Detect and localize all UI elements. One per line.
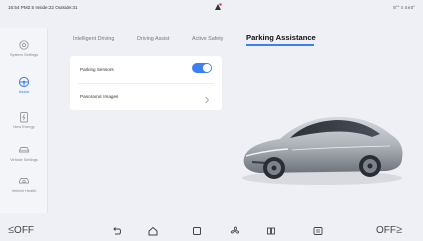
- toggle-knob: [203, 64, 211, 72]
- sidebar-item-assist[interactable]: Assist: [0, 73, 48, 103]
- battery-icon: [20, 112, 28, 123]
- seat-heat-icon[interactable]: [265, 225, 277, 237]
- panoramic-images-label: Panoramic Images: [80, 94, 119, 99]
- car-check-icon: [19, 178, 29, 184]
- chevron-right-icon: [205, 96, 210, 104]
- sidebar-item-system-settings[interactable]: System Settings: [0, 36, 48, 66]
- sidebar-item-label: Vehicle Health: [11, 188, 37, 193]
- panoramic-images-row[interactable]: Panoramic Images: [70, 83, 222, 110]
- defrost-icon[interactable]: [312, 225, 324, 237]
- parking-sensors-row: Parking Sensors: [70, 56, 222, 83]
- sidebar-item-label: New Energy: [13, 124, 35, 129]
- bottom-bar: ≤OFF OFF≥: [0, 220, 423, 241]
- tab-active-safety[interactable]: Active Safety: [192, 36, 223, 42]
- parking-sensors-toggle[interactable]: [192, 63, 212, 73]
- right-off-label: OFF: [376, 225, 396, 236]
- left-temp-control[interactable]: ≤OFF: [8, 224, 34, 236]
- sidebar-item-new-energy[interactable]: New Energy: [0, 108, 48, 138]
- tab-intelligent-driving[interactable]: Intelligent Driving: [73, 36, 114, 42]
- status-bar: 16:54 PM2.5 Inside:22 Outside:31 8°° ≡ 4…: [0, 0, 423, 14]
- sidebar-item-label: System Settings: [9, 52, 39, 57]
- chevron-right-double-icon: ≥: [396, 224, 403, 236]
- recent-apps-icon[interactable]: [191, 225, 203, 237]
- steering-wheel-icon: [18, 76, 30, 88]
- settings-card: Parking Sensors Panoramic Images: [70, 56, 222, 110]
- sidebar-item-label: Assist: [18, 89, 30, 94]
- parking-sensors-label: Parking Sensors: [80, 67, 114, 72]
- car-icon: [19, 147, 29, 153]
- status-right-text: 8°° ≡ 4∧0°: [393, 5, 415, 10]
- car-image: [242, 116, 403, 185]
- sidebar-item-label: Vehicle Settings: [10, 157, 38, 162]
- tab-driving-assist[interactable]: Driving Assist: [137, 36, 169, 42]
- right-temp-control[interactable]: OFF≥: [376, 224, 402, 236]
- sidebar-item-vehicle-settings[interactable]: Vehicle Settings: [0, 141, 48, 171]
- home-icon[interactable]: [147, 225, 159, 237]
- gear-icon: [19, 40, 29, 50]
- status-left-text: 16:54 PM2.5 Inside:22 Outside:31: [8, 5, 78, 10]
- signal-icon: [215, 3, 222, 10]
- sidebar: System Settings Assist New Energy Vehicl…: [0, 28, 48, 213]
- tab-parking-assistance[interactable]: Parking Assistance: [246, 33, 316, 42]
- left-off-label: OFF: [14, 225, 35, 236]
- sidebar-item-vehicle-health[interactable]: Vehicle Health: [0, 172, 48, 202]
- active-tab-indicator: [246, 44, 314, 46]
- fan-icon[interactable]: [229, 225, 241, 237]
- back-icon[interactable]: [111, 225, 123, 237]
